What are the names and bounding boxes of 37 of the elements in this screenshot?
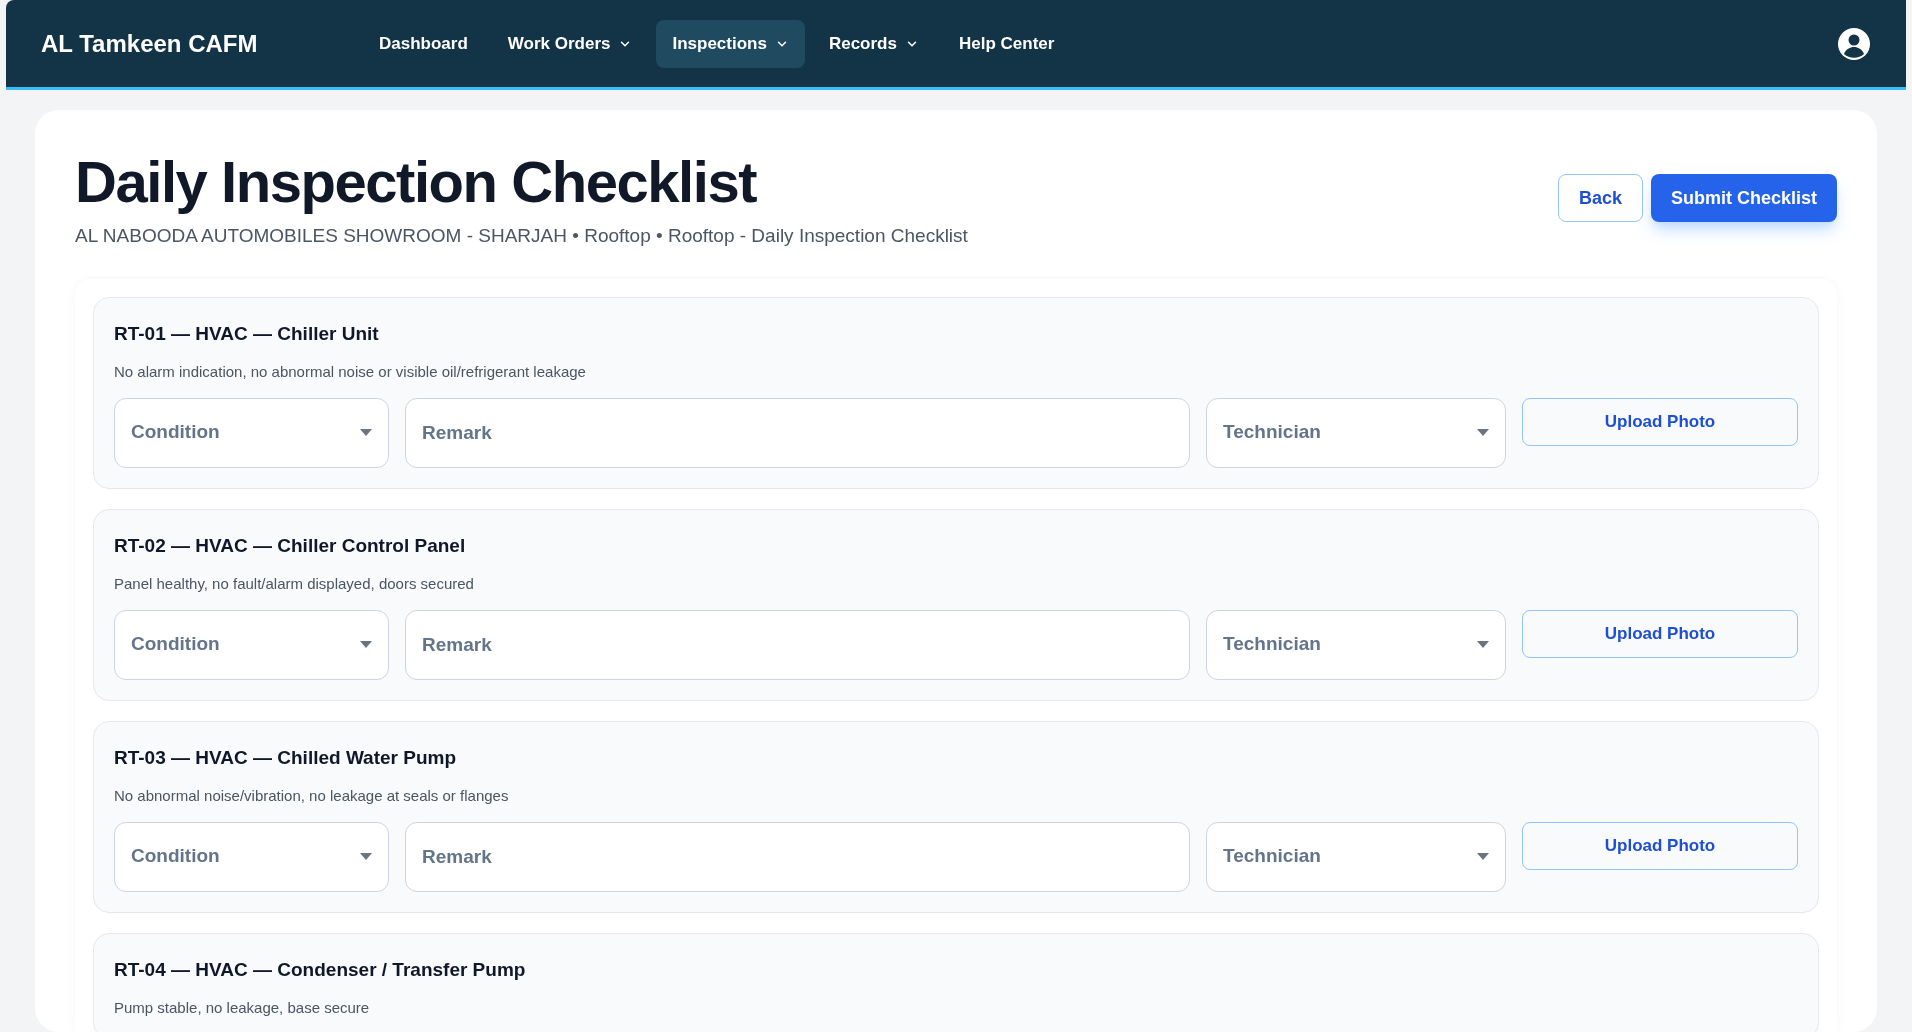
back-button[interactable]: Back bbox=[1557, 174, 1643, 222]
nav-tab[interactable]: Help Center bbox=[942, 19, 1071, 68]
submit-button[interactable]: Submit Checklist bbox=[1650, 174, 1837, 222]
user-avatar-icon[interactable] bbox=[1837, 26, 1871, 61]
select-field[interactable]: Technician bbox=[1206, 609, 1506, 680]
upload-photo-button[interactable]: Upload Photo bbox=[1522, 397, 1798, 446]
caret-icon bbox=[360, 429, 372, 436]
item-title: RT-01 — HVAC — Chiller Unit bbox=[114, 321, 380, 346]
remark-field[interactable]: Remark bbox=[405, 609, 1190, 680]
item-description: Pump stable, no leakage, base secure bbox=[114, 997, 371, 1018]
caret-icon bbox=[360, 853, 372, 860]
item-title: RT-02 — HVAC — Chiller Control Panel bbox=[114, 533, 467, 558]
nav-tab[interactable]: Records bbox=[812, 19, 935, 68]
nav-tab[interactable]: Work Orders bbox=[491, 19, 649, 68]
upload-photo-button[interactable]: Upload Photo bbox=[1522, 609, 1798, 658]
nav-tab[interactable]: Dashboard bbox=[363, 19, 484, 68]
caret-icon bbox=[1477, 853, 1489, 860]
select-field[interactable]: Technician bbox=[1206, 397, 1506, 468]
select-field[interactable]: Condition bbox=[114, 609, 389, 680]
caret-icon bbox=[1477, 641, 1489, 648]
item-title: RT-03 — HVAC — Chilled Water Pump bbox=[114, 745, 458, 770]
item-description: No alarm indication, no abnormal noise or visible oil/refrigerant leakage bbox=[114, 361, 587, 382]
caret-icon bbox=[360, 641, 372, 648]
page-subtitle: AL NABOODA AUTOMOBILES SHOWROOM - SHARJAH • Rooftop • Rooftop - Daily Inspection Checklist bbox=[75, 224, 968, 248]
remark-field[interactable]: Remark bbox=[405, 397, 1190, 468]
select-field[interactable]: Technician bbox=[1206, 821, 1506, 892]
item-title: RT-04 — HVAC — Condenser / Transfer Pump bbox=[114, 957, 527, 982]
brand-name: AL Tamkeen CAFM bbox=[41, 28, 259, 59]
upload-photo-button[interactable]: Upload Photo bbox=[1522, 821, 1798, 870]
select-field[interactable]: Condition bbox=[114, 397, 389, 468]
item-description: No abnormal noise/vibration, no leakage at seals or flanges bbox=[114, 785, 510, 806]
remark-field[interactable]: Remark bbox=[405, 821, 1190, 892]
caret-icon bbox=[1477, 429, 1489, 436]
page-title: Daily Inspection Checklist bbox=[75, 150, 758, 214]
select-field[interactable]: Condition bbox=[114, 821, 389, 892]
nav-tab[interactable]: Inspections bbox=[656, 19, 805, 68]
item-description: Panel healthy, no fault/alarm displayed, doors secured bbox=[114, 573, 475, 594]
